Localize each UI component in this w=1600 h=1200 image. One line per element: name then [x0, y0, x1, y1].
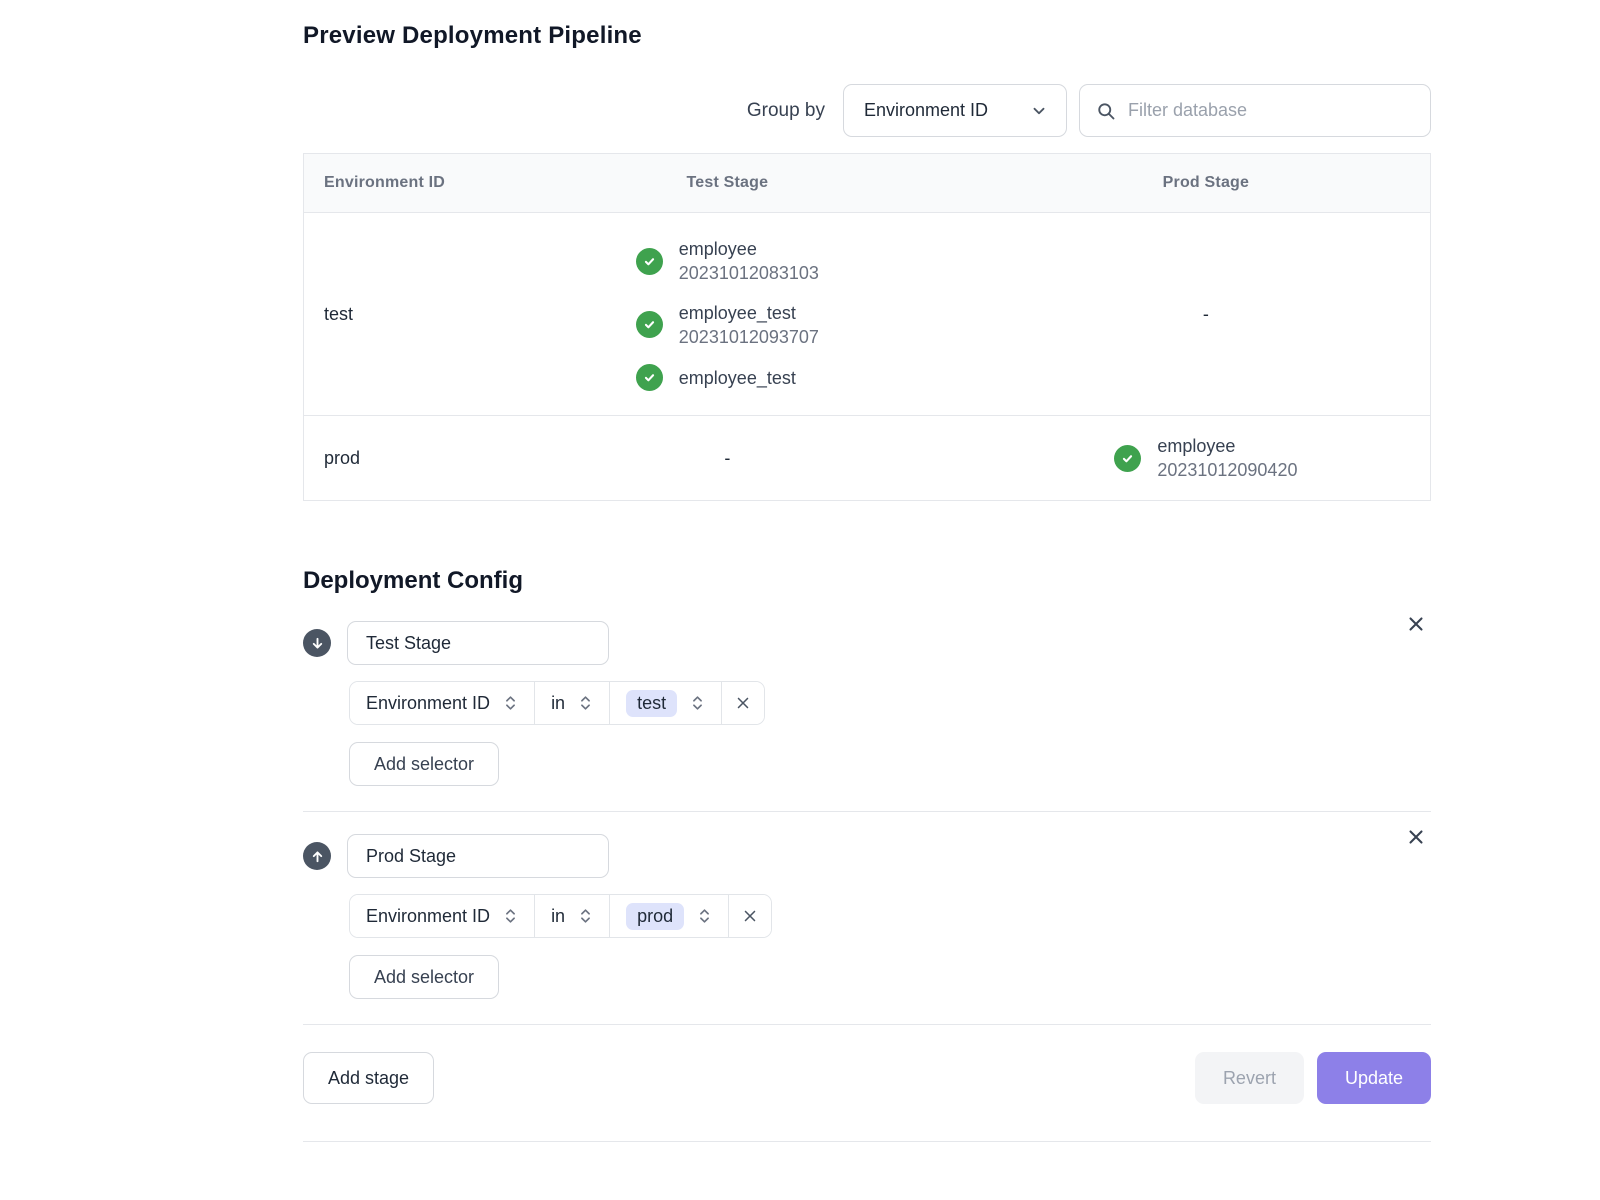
- database-version: 20231012083103: [679, 261, 819, 285]
- stage-config-test: Environment ID in test Add sel: [303, 621, 1431, 786]
- stage-config-prod: Environment ID in prod Add sel: [303, 834, 1431, 999]
- database-filter-input[interactable]: [1128, 100, 1414, 121]
- database-item[interactable]: employee_test: [636, 364, 796, 391]
- stage-name-input[interactable]: [347, 621, 609, 665]
- add-selector-button[interactable]: Add selector: [349, 955, 499, 999]
- group-by-label: Group by: [747, 100, 825, 122]
- success-check-icon: [636, 364, 663, 391]
- chevron-updown-icon: [578, 694, 593, 712]
- selector-value-badge: test: [626, 690, 677, 717]
- selector-key-value: Environment ID: [366, 906, 490, 927]
- selector-operator-value: in: [551, 693, 565, 714]
- chevron-updown-icon: [503, 694, 518, 712]
- section-divider: [303, 811, 1431, 812]
- add-stage-button[interactable]: Add stage: [303, 1052, 434, 1104]
- database-name: employee_test: [679, 366, 796, 390]
- pipeline-toolbar: Group by Environment ID: [303, 84, 1431, 137]
- arrow-up-circle-icon: [303, 842, 331, 870]
- success-check-icon: [636, 311, 663, 338]
- bottom-divider: [303, 1141, 1431, 1142]
- revert-button[interactable]: Revert: [1195, 1052, 1304, 1104]
- main-content: Preview Deployment Pipeline Group by Env…: [303, 0, 1431, 1142]
- database-version: 20231012090420: [1157, 458, 1297, 482]
- group-by-value: Environment ID: [864, 100, 988, 121]
- column-header-test-stage: Test Stage: [473, 174, 982, 192]
- success-check-icon: [1114, 445, 1141, 472]
- add-selector-button[interactable]: Add selector: [349, 742, 499, 786]
- selector-operator-select[interactable]: in: [535, 682, 610, 724]
- test-stage-empty: -: [473, 416, 982, 500]
- table-row-test: test employee 20231012083103: [304, 213, 1430, 416]
- selector-value-badge: prod: [626, 903, 684, 930]
- column-header-prod-stage: Prod Stage: [982, 174, 1430, 192]
- chevron-updown-icon: [697, 907, 712, 925]
- selector-value-select[interactable]: test: [610, 682, 722, 724]
- section-divider: [303, 1024, 1431, 1025]
- pipeline-table-header: Environment ID Test Stage Prod Stage: [304, 154, 1430, 213]
- database-item[interactable]: employee_test 20231012093707: [636, 301, 819, 350]
- database-item[interactable]: employee 20231012090420: [1114, 434, 1297, 483]
- selector-row: Environment ID in prod: [349, 894, 772, 938]
- pipeline-table: Environment ID Test Stage Prod Stage tes…: [303, 153, 1431, 501]
- update-button[interactable]: Update: [1317, 1052, 1431, 1104]
- environment-name: test: [304, 213, 473, 415]
- remove-stage-button[interactable]: [1401, 822, 1431, 852]
- database-name: employee: [1157, 434, 1297, 458]
- chevron-down-icon: [1030, 102, 1048, 120]
- selector-value-select[interactable]: prod: [610, 895, 729, 937]
- environment-name: prod: [304, 416, 473, 500]
- selector-key-value: Environment ID: [366, 693, 490, 714]
- chevron-updown-icon: [503, 907, 518, 925]
- selector-key-select[interactable]: Environment ID: [350, 682, 535, 724]
- remove-stage-button[interactable]: [1401, 609, 1431, 639]
- database-name: employee: [679, 237, 819, 261]
- selector-key-select[interactable]: Environment ID: [350, 895, 535, 937]
- selector-row: Environment ID in test: [349, 681, 765, 725]
- table-row-prod: prod - employee 20231012090420: [304, 416, 1430, 500]
- database-filter[interactable]: [1079, 84, 1431, 137]
- database-version: 20231012093707: [679, 325, 819, 349]
- selector-operator-value: in: [551, 906, 565, 927]
- stage-name-input[interactable]: [347, 834, 609, 878]
- test-stage-database-list: employee 20231012083103 employee_test 20…: [636, 213, 819, 415]
- chevron-updown-icon: [690, 694, 705, 712]
- prod-stage-empty: -: [982, 213, 1430, 415]
- search-icon: [1096, 101, 1116, 121]
- selector-operator-select[interactable]: in: [535, 895, 610, 937]
- database-name: employee_test: [679, 301, 819, 325]
- deployment-config-title: Deployment Config: [303, 567, 1431, 595]
- column-header-environment-id: Environment ID: [304, 174, 473, 192]
- database-item[interactable]: employee 20231012083103: [636, 237, 819, 286]
- group-by-select[interactable]: Environment ID: [843, 84, 1067, 137]
- remove-selector-button[interactable]: [722, 682, 764, 724]
- chevron-updown-icon: [578, 907, 593, 925]
- arrow-down-circle-icon: [303, 629, 331, 657]
- remove-selector-button[interactable]: [729, 895, 771, 937]
- config-footer: Add stage Revert Update: [303, 1052, 1431, 1104]
- page-title: Preview Deployment Pipeline: [303, 22, 1431, 50]
- success-check-icon: [636, 248, 663, 275]
